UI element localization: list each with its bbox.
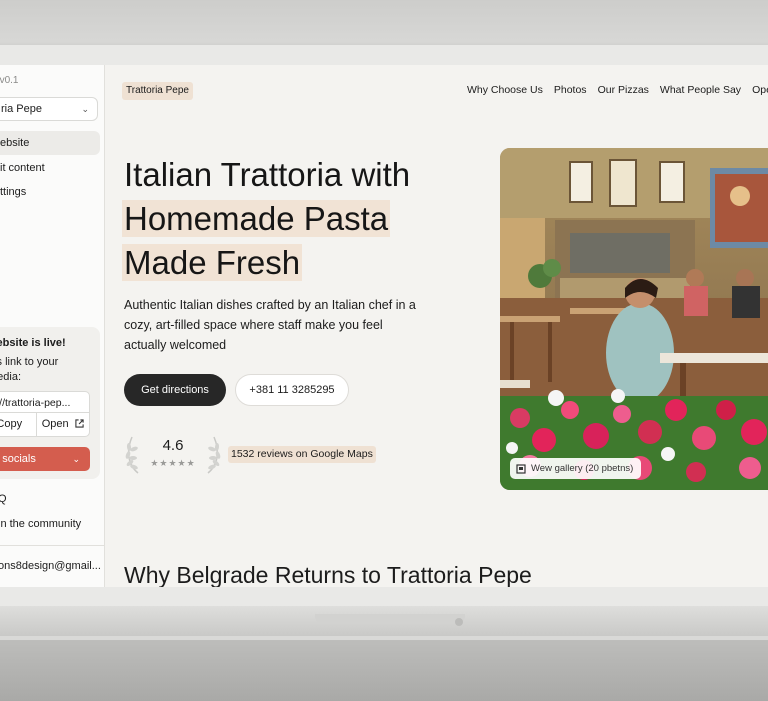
account-email[interactable]: ons8design@gmail... (0, 560, 101, 572)
url-actions: Copy Open (0, 413, 90, 437)
faq-link[interactable]: Q (0, 493, 7, 505)
hero-title-line-2: Homemade Pasta (122, 200, 391, 237)
restaurant-photo[interactable]: Wew gallery (20 pbetns) (500, 148, 768, 490)
site-logo[interactable]: Trattoria Pepe (122, 82, 193, 100)
hero-subtitle: Authentic Italian dishes crafted by an I… (124, 298, 416, 352)
view-gallery-label: Wew gallery (20 pbetns) (531, 463, 634, 474)
laurel-right-icon (207, 436, 221, 474)
website-preview: Trattoria Pepe Why Choose Us Photos Our … (105, 65, 768, 587)
sidebar-item-label: ttings (0, 186, 27, 198)
website-live-card: website is live! his link to your media:… (0, 327, 100, 479)
community-link[interactable]: in the community (0, 518, 81, 530)
google-reviews-link[interactable]: 1532 reviews on Google Maps (228, 446, 376, 463)
site-nav: Why Choose Us Photos Our Pizzas What Peo… (467, 84, 768, 96)
live-card-text: his link to your media: (0, 356, 59, 383)
gallery-icon (516, 463, 526, 474)
share-to-socials-button[interactable]: to socials ⌄ (0, 447, 90, 471)
sidebar-item-label: ebsite (0, 137, 30, 149)
restaurant-interior-image (500, 148, 768, 490)
live-card-title: website is live! (0, 337, 66, 349)
get-directions-button[interactable]: Get directions (124, 374, 226, 406)
nav-link-operating[interactable]: Operating (752, 84, 768, 96)
site-url-field[interactable]: s://trattoria-pep... (0, 391, 90, 413)
sidebar-item-label: it content (0, 162, 45, 174)
nav-link-what-people-say[interactable]: What People Say (660, 84, 741, 96)
site-select-label: ria Pepe (1, 103, 42, 115)
editor-sidebar: : v0.1 ria Pepe ⌄ ebsite it content ttin… (0, 65, 105, 587)
version-label: : v0.1 (0, 75, 19, 86)
desk-surface (0, 640, 768, 701)
hero-title-line-3: Made Fresh (122, 244, 303, 281)
chevron-down-icon: ⌄ (72, 454, 80, 464)
nav-link-our-pizzas[interactable]: Our Pizzas (598, 84, 649, 96)
screen: : v0.1 ria Pepe ⌄ ebsite it content ttin… (0, 65, 768, 587)
nav-link-photos[interactable]: Photos (554, 84, 587, 96)
chevron-down-icon: ⌄ (81, 104, 89, 114)
sidebar-item-website[interactable]: ebsite (0, 131, 100, 155)
sidebar-item-edit-content[interactable]: it content (0, 156, 100, 180)
laptop-hinge-dot (455, 618, 463, 626)
nav-link-why-choose-us[interactable]: Why Choose Us (467, 84, 543, 96)
hero-title: Italian Trattoria with Homemade Pasta Ma… (122, 153, 411, 285)
sidebar-divider (0, 545, 104, 546)
copy-button[interactable]: Copy (0, 413, 36, 436)
phone-button[interactable]: +381 11 3285295 (235, 374, 349, 406)
sidebar-item-settings[interactable]: ttings (0, 180, 100, 204)
rating-badge: 4.6 ★★★★★ (124, 433, 222, 475)
laptop-hinge (315, 614, 465, 624)
hero-title-line-1: Italian Trattoria with (124, 156, 411, 193)
external-link-icon (75, 419, 84, 428)
site-select[interactable]: ria Pepe ⌄ (0, 97, 98, 121)
open-button[interactable]: Open (35, 413, 90, 436)
view-gallery-button[interactable]: Wew gallery (20 pbetns) (510, 458, 642, 479)
section-title: Why Belgrade Returns to Trattoria Pepe (124, 562, 532, 587)
